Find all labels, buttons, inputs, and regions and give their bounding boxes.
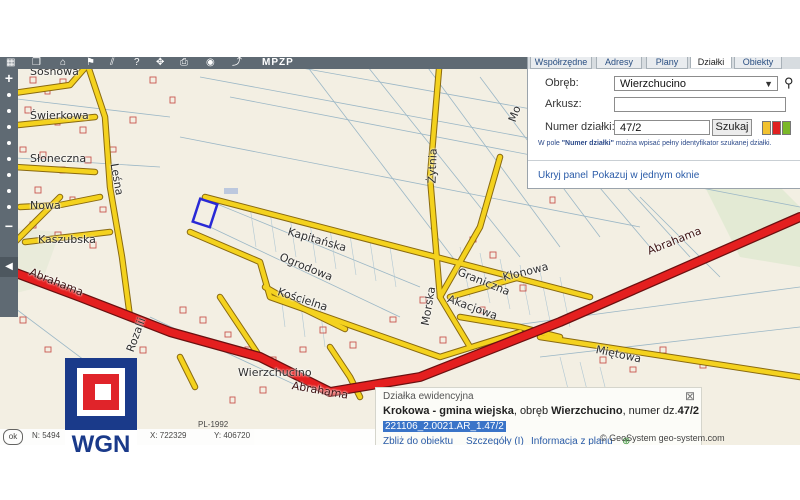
street-label: Kaszubska <box>38 233 96 246</box>
obreb-select-value: Wierzchucino <box>620 78 687 90</box>
print-icon[interactable]: ⎙ <box>180 57 188 69</box>
obreb-select[interactable]: Wierzchucino ▼ <box>614 76 778 91</box>
crs-label: PL-1992 <box>198 420 229 429</box>
tab-dzialki[interactable]: Działki <box>690 57 732 68</box>
zoom-level-dot[interactable] <box>7 109 11 113</box>
home-icon[interactable]: ⌂ <box>60 57 66 69</box>
mpzp-button[interactable]: MPZP <box>262 57 294 69</box>
close-icon[interactable]: ⊠ <box>685 389 695 403</box>
arkusz-label: Arkusz: <box>545 98 582 110</box>
search-icon[interactable]: ⚲ <box>784 75 794 91</box>
numer-dzialki-label: Numer działki: <box>545 121 615 133</box>
coord-n: N: 5494 <box>32 431 61 440</box>
tab-plany[interactable]: Plany <box>646 57 688 69</box>
pan-icon[interactable]: ✥ <box>156 57 164 69</box>
numer-dzialki-input[interactable]: 47/2 <box>614 120 710 135</box>
info-icon[interactable]: ? <box>134 57 140 69</box>
wgn-logo: WGN <box>65 358 137 458</box>
street-label: Wierzchucino <box>238 366 312 379</box>
eye-icon[interactable]: ◉ <box>206 57 215 69</box>
street-label: Słoneczna <box>30 152 87 165</box>
layers-icon[interactable]: ▦ <box>6 57 15 69</box>
logo-text: WGN <box>72 431 131 458</box>
divider <box>528 160 800 161</box>
one-window-link[interactable]: Pokazuj w jednym oknie <box>592 170 699 181</box>
coord-y: Y: 406720 <box>214 431 251 440</box>
status-bar: ok N: 5494 PL-1992 X: 722329 Y: 406720 <box>0 420 375 445</box>
zoom-level-dot[interactable] <box>7 141 11 145</box>
info-title: Działka ewidencyjna <box>383 391 474 402</box>
details-link[interactable]: Szczegóły (I) <box>466 436 524 445</box>
arkusz-input[interactable] <box>614 97 786 112</box>
zoom-out-button[interactable]: − <box>2 219 16 233</box>
copy-icon[interactable]: ❐ <box>32 57 41 69</box>
tab-adresy[interactable]: Adresy <box>596 57 642 69</box>
parcel-identifier[interactable]: 221106_2.0021.AR_1.47/2 <box>383 421 506 432</box>
map-toolbar: ▦ ❐ ⌂ ⚑ ⫽ ? ✥ ⎙ ◉ ⤴ MPZP <box>0 57 530 69</box>
street-label: Żytnia <box>425 148 440 184</box>
zoom-level-dot[interactable] <box>7 157 11 161</box>
zoom-level-dot[interactable] <box>7 205 11 209</box>
street-label: Świerkowa <box>30 109 89 122</box>
zoom-level-dot[interactable] <box>7 173 11 177</box>
zoom-level-dot[interactable] <box>7 93 11 97</box>
street-label: Nowa <box>30 199 61 212</box>
zoom-level-dot[interactable] <box>7 125 11 129</box>
search-hint: W pole "Numer działki" można wpisać pełn… <box>538 140 772 147</box>
color-swatch[interactable] <box>762 121 771 135</box>
coord-x: X: 722329 <box>150 431 187 440</box>
tab-obiekty[interactable]: Obiekty <box>734 57 782 69</box>
ok-button[interactable]: ok <box>3 429 23 445</box>
search-panel: Współrzędne Adresy Plany Działki Obiekty… <box>527 57 800 189</box>
hide-panel-link[interactable]: Ukryj panel <box>538 170 588 181</box>
zoom-to-object-link[interactable]: Zbliż do obiektu <box>383 436 453 445</box>
bookmark-icon[interactable]: ⚑ <box>86 57 95 69</box>
zoom-bar: + − ◀ <box>0 69 18 317</box>
search-button[interactable]: Szukaj <box>712 119 752 136</box>
zoom-in-button[interactable]: + <box>2 71 16 85</box>
collapse-toolbar-button[interactable]: ◀ <box>0 257 18 277</box>
obreb-label: Obręb: <box>545 77 579 89</box>
parcel-description: Krokowa - gmina wiejska, obręb Wierzchuc… <box>383 405 700 417</box>
color-swatch[interactable] <box>772 121 781 135</box>
map-attribution: © GeoSystem geo-system.com <box>600 433 725 443</box>
share-icon[interactable]: ⤴ <box>232 57 242 69</box>
zoom-level-dot[interactable] <box>7 189 11 193</box>
measure-icon[interactable]: ⫽ <box>110 57 114 69</box>
color-swatch[interactable] <box>782 121 791 135</box>
tab-wspolrzedne[interactable]: Współrzędne <box>530 57 592 69</box>
chevron-down-icon: ▼ <box>764 79 773 89</box>
panel-tabs: Współrzędne Adresy Plany Działki Obiekty <box>528 57 800 69</box>
